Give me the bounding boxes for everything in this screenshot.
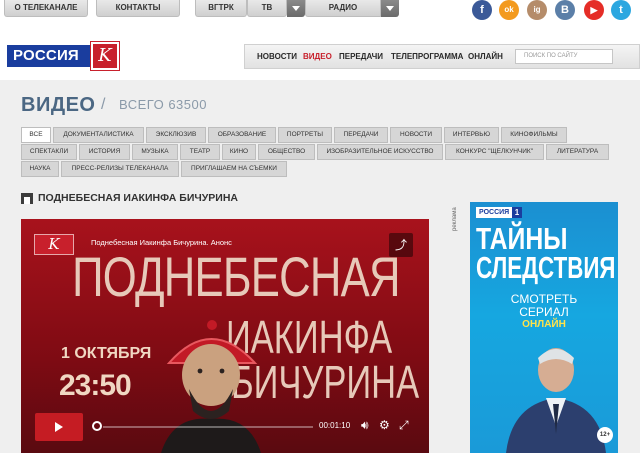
tab-films[interactable]: КИНОФИЛЬМЫ	[501, 127, 567, 143]
tab-music[interactable]: МУЗЫКА	[132, 144, 178, 160]
poster-date: 1 ОКТЯБРЯ	[61, 345, 152, 362]
ad-actor-image	[506, 348, 606, 453]
ad-subtitle-line2: СЕРИАЛ	[519, 305, 569, 319]
twitter-icon[interactable]: t	[611, 0, 631, 20]
tv-dropdown-arrow[interactable]	[287, 0, 305, 17]
instagram-icon[interactable]: ig	[527, 0, 547, 20]
tab-programs[interactable]: ПЕРЕДАЧИ	[334, 127, 388, 143]
ad-brand: РОССИЯ	[476, 207, 513, 218]
volume-icon[interactable]: 🔊︎	[361, 418, 369, 432]
ad-title-line2: СЛЕДСТВИЯ	[476, 250, 616, 285]
russia-logo[interactable]: РОССИЯ	[7, 45, 91, 67]
video-title: ПОДНЕБЕСНАЯ ИАКИНФА БИЧУРИНА	[38, 192, 238, 204]
tab-nutcracker-contest[interactable]: КОНКУРС "ЩЕЛКУНЧИК"	[445, 144, 544, 160]
ad-banner[interactable]: РОССИЯ 1 ТАЙНЫ СЛЕДСТВИЯ СМОТРЕТЬ СЕРИАЛ…	[470, 202, 618, 453]
about-channel-button[interactable]: О ТЕЛЕКАНАЛЕ	[4, 0, 88, 17]
contacts-button[interactable]: КОНТАКТЫ	[96, 0, 180, 17]
ad-label: реклама	[452, 207, 458, 231]
nav-online[interactable]: ОНЛАЙН	[468, 52, 503, 61]
chevron-down-icon	[386, 6, 394, 11]
poster-title-line1: ПОДНЕБЕСНАЯ	[72, 245, 400, 308]
video-player[interactable]: ПОДНЕБЕСНАЯ ИАКИНФА БИЧУРИНА 1 ОКТЯБРЯ 2…	[21, 219, 429, 453]
progress-track[interactable]	[103, 426, 313, 428]
channel-k-logo: K	[34, 234, 74, 255]
player-controls: 00:01:10 🔊︎ ⚙ ⤢	[21, 407, 429, 453]
nav-news[interactable]: НОВОСТИ	[257, 52, 297, 61]
page-title: ВИДЕО	[21, 94, 96, 116]
tab-portraits[interactable]: ПОРТРЕТЫ	[278, 127, 332, 143]
fullscreen-icon[interactable]: ⤢	[399, 418, 409, 432]
tab-casting-invites[interactable]: ПРИГЛАШАЕМ НА СЪЕМКИ	[181, 161, 287, 177]
youtube-icon[interactable]: ▶	[584, 0, 604, 20]
video-caption: Поднебесная Иакинфа Бичурина. Анонс	[91, 238, 232, 247]
tab-news[interactable]: НОВОСТИ	[390, 127, 442, 143]
vgtrk-button[interactable]: ВГТРК	[195, 0, 247, 17]
tab-literature[interactable]: ЛИТЕРАТУРА	[546, 144, 609, 160]
tab-documentary[interactable]: ДОКУМЕНТАЛИСТИКА	[53, 127, 144, 143]
tab-performances[interactable]: СПЕКТАКЛИ	[21, 144, 77, 160]
tv-button[interactable]: ТВ	[247, 0, 287, 17]
facebook-icon[interactable]: f	[472, 0, 492, 20]
page: О ТЕЛЕКАНАЛЕ КОНТАКТЫ ВГТРК ТВ РАДИО f o…	[0, 0, 640, 453]
poster-time: 23:50	[59, 369, 132, 402]
nav-video[interactable]: ВИДЕО	[303, 52, 332, 61]
main-nav: НОВОСТИ ВИДЕО ПЕРЕДАЧИ ТЕЛЕПРОГРАММА ОНЛ…	[244, 44, 640, 69]
tab-history[interactable]: ИСТОРИЯ	[79, 144, 130, 160]
top-bar: О ТЕЛЕКАНАЛЕ КОНТАКТЫ ВГТРК ТВ РАДИО f o…	[0, 0, 640, 22]
radio-button[interactable]: РАДИО	[305, 0, 381, 17]
settings-icon[interactable]: ⚙	[379, 418, 390, 432]
vkontakte-icon[interactable]: В	[555, 0, 575, 20]
chevron-down-icon	[292, 6, 300, 11]
ad-brand-number: 1	[512, 207, 522, 218]
tab-science[interactable]: НАУКА	[21, 161, 59, 177]
video-duration: 00:01:10	[319, 421, 351, 430]
home-icon[interactable]	[21, 193, 33, 204]
nav-programs[interactable]: ПЕРЕДАЧИ	[339, 52, 383, 61]
odnoklassniki-icon[interactable]: ok	[499, 0, 519, 20]
age-rating-badge: 12+	[597, 427, 613, 443]
tab-fine-art[interactable]: ИЗОБРАЗИТЕЛЬНОЕ ИСКУССТВО	[317, 144, 443, 160]
content-area: ВИДЕО / ВСЕГО 63500 ВСЕ ДОКУМЕНТАЛИСТИКА…	[0, 80, 640, 453]
nav-tv-schedule[interactable]: ТЕЛЕПРОГРАММА	[391, 52, 463, 61]
tab-society[interactable]: ОБЩЕСТВО	[258, 144, 315, 160]
ad-subtitle-line1: СМОТРЕТЬ	[510, 292, 578, 306]
kultura-k-logo[interactable]: K	[90, 41, 120, 71]
play-button[interactable]	[35, 413, 83, 441]
tab-exclusive[interactable]: ЭКСКЛЮЗИВ	[146, 127, 206, 143]
share-icon[interactable]: ⤴	[389, 233, 413, 257]
video-total-count: ВСЕГО 63500	[119, 97, 207, 112]
tab-theatre[interactable]: ТЕАТР	[180, 144, 220, 160]
tab-all[interactable]: ВСЕ	[21, 127, 51, 143]
ad-subtitle-line3: ОНЛАЙН	[522, 319, 566, 330]
search-input[interactable]: ПОИСК ПО САЙТУ	[515, 49, 613, 64]
tab-press-releases[interactable]: ПРЕСС-РЕЛИЗЫ ТЕЛЕКАНАЛА	[61, 161, 179, 177]
progress-handle[interactable]	[92, 421, 102, 431]
tab-interview[interactable]: ИНТЕРВЬЮ	[444, 127, 499, 143]
title-separator: /	[101, 96, 106, 113]
tab-education[interactable]: ОБРАЗОВАНИЕ	[208, 127, 276, 143]
radio-dropdown-arrow[interactable]	[381, 0, 399, 17]
tab-cinema[interactable]: КИНО	[222, 144, 256, 160]
